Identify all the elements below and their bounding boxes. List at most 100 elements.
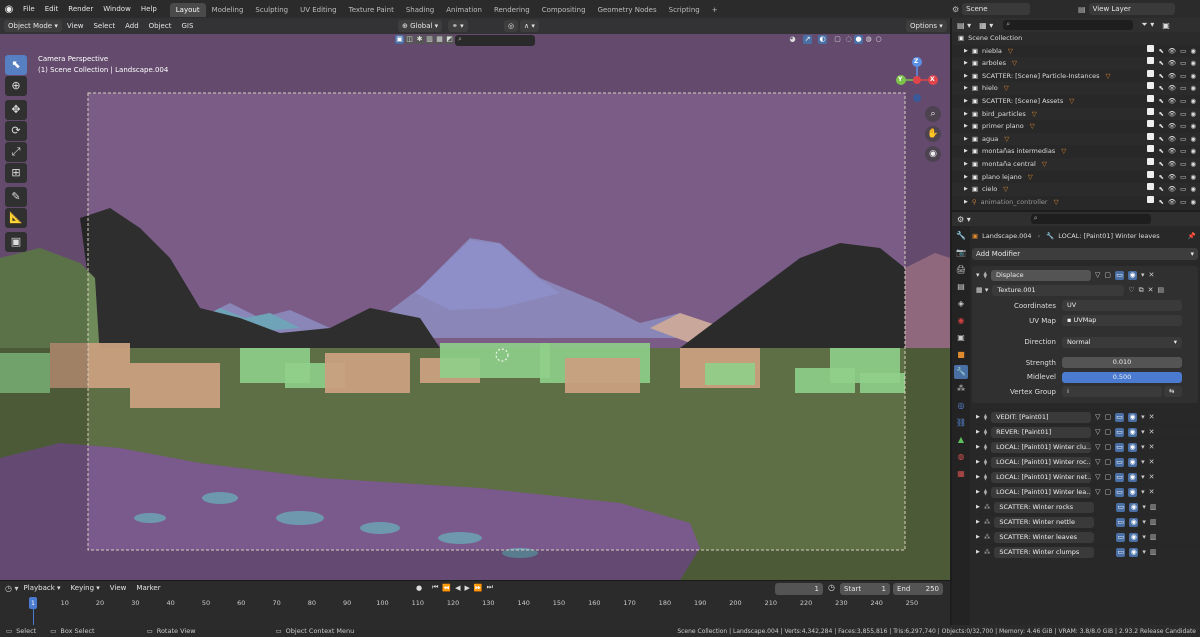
monitor-icon[interactable]: ▭	[1180, 120, 1186, 133]
tool-tab-icon[interactable]: 🔧	[954, 229, 968, 243]
camera-icon[interactable]: ◉	[1190, 95, 1196, 108]
exclude-checkbox-icon[interactable]	[1147, 145, 1155, 153]
select-toggle-icon[interactable]: ⬉	[1158, 133, 1163, 146]
menu-marker[interactable]: Marker	[131, 581, 165, 595]
tab-scripting[interactable]: Scripting	[663, 3, 706, 17]
output-tab-icon[interactable]: 🖨	[954, 263, 968, 277]
modifier-name-field[interactable]: SCATTER: Winter leaves	[994, 531, 1095, 543]
menu-add[interactable]: Add	[120, 18, 144, 34]
outliner-item[interactable]: ▶ ▣ bird_particles ▽ ⬉ 👁 ▭ ◉	[952, 107, 1200, 121]
outliner-item[interactable]: ▶ ▣ agua ▽ ⬉ 👁 ▭ ◉	[952, 132, 1200, 146]
modifier-row[interactable]: ▶ ⁂ SCATTER: Winter rocks ▭ ◉ ▾ ▥	[972, 499, 1200, 514]
monitor-icon[interactable]: ▭	[1180, 158, 1186, 171]
menu-render[interactable]: Render	[63, 0, 98, 18]
edit-mode-toggle-icon[interactable]: ▽	[1095, 443, 1100, 451]
uvmap-field[interactable]: ▪ UVMap	[1062, 315, 1182, 326]
render-toggle-icon[interactable]: ◉	[1129, 517, 1139, 527]
expand-arrow-icon[interactable]: ▶	[964, 70, 968, 83]
menu-keying[interactable]: Keying ▾	[66, 581, 105, 595]
exclude-checkbox-icon[interactable]	[1147, 195, 1155, 203]
eye-icon[interactable]: 👁	[1168, 133, 1176, 146]
cursor-tool-icon[interactable]: ⊕	[5, 76, 27, 96]
remove-modifier-icon[interactable]: ▥	[1150, 533, 1157, 541]
solid-shading-icon[interactable]: ●	[854, 35, 863, 44]
render-toggle-icon[interactable]: ◉	[1129, 532, 1139, 542]
render-toggle-icon[interactable]: ◉	[1128, 472, 1138, 482]
exclude-checkbox-icon[interactable]	[1147, 132, 1155, 140]
cage-toggle-icon[interactable]: ▢	[1104, 473, 1111, 481]
dropdown-icon[interactable]: ▾	[1141, 458, 1145, 466]
eye-icon[interactable]: 👁	[1168, 196, 1176, 209]
remove-modifier-icon[interactable]: ✕	[1149, 443, 1155, 451]
next-keyframe-icon[interactable]: ⏩	[474, 584, 483, 592]
expand-arrow-icon[interactable]: ▶	[964, 196, 968, 209]
play-icon[interactable]: ▶	[465, 584, 470, 592]
gizmo-toggle-icon[interactable]: ↗	[803, 35, 812, 44]
end-frame-field[interactable]: End 250	[893, 583, 943, 595]
properties-search-input[interactable]: ⌕	[1030, 214, 1151, 224]
fake-user-icon[interactable]: ♡	[1128, 286, 1134, 294]
edit-mode-toggle-icon[interactable]: ▽	[1095, 413, 1100, 421]
strength-field[interactable]: 0.010	[1062, 357, 1182, 368]
expand-arrow-icon[interactable]: ▶	[976, 414, 980, 420]
camera-icon[interactable]: ◉	[1190, 133, 1196, 146]
edit-mode-toggle-icon[interactable]: ▽	[1095, 488, 1100, 496]
expand-arrow-icon[interactable]: ▶	[964, 82, 968, 95]
camera-icon[interactable]: ◉	[1190, 57, 1196, 70]
edit-mode-toggle-icon[interactable]: ▽	[1095, 428, 1100, 436]
render-toggle-icon[interactable]: ◉	[1128, 427, 1138, 437]
render-toggle-icon[interactable]: ◉	[1128, 487, 1138, 497]
expand-arrow-icon[interactable]: ▶	[976, 474, 980, 480]
viewport-toggle-icon[interactable]: ▭	[1115, 270, 1124, 280]
eye-icon[interactable]: 👁	[1168, 95, 1176, 108]
viewport-toggle-icon[interactable]: ▭	[1115, 412, 1125, 422]
monitor-icon[interactable]: ▭	[1180, 196, 1186, 209]
other-filter-icon[interactable]: ◩	[445, 35, 454, 44]
outliner-item[interactable]: ▶ ▣ montaña central ▽ ⬉ 👁 ▭ ◉	[952, 157, 1200, 171]
view-layer-tab-icon[interactable]: ▤	[954, 280, 968, 294]
dropdown-icon[interactable]: ▾	[1141, 413, 1145, 421]
exclude-checkbox-icon[interactable]	[1147, 183, 1155, 191]
dropdown-icon[interactable]: ▾	[1141, 428, 1145, 436]
outliner-item[interactable]: ▶ ▣ arboles ▽ ⬉ 👁 ▭ ◉	[952, 57, 1200, 70]
pin-icon[interactable]: 📌	[1188, 232, 1196, 240]
snap-pivot-icon[interactable]: ⚭ ▾	[448, 20, 468, 32]
eye-icon[interactable]: 👁	[1168, 171, 1176, 184]
dropdown-icon[interactable]: ▾	[1142, 548, 1146, 556]
modifier-tab-icon[interactable]: 🔧	[954, 365, 968, 379]
expand-arrow-icon[interactable]: ▶	[976, 429, 980, 435]
modifier-row[interactable]: ▶ ⧫ LOCAL: [Paint01] Winter clu... ▽ ▢ ▭ ◉ ▾ ✕	[972, 439, 1200, 454]
menu-gis[interactable]: GIS	[176, 18, 198, 34]
object-tab-icon[interactable]: ■	[954, 348, 968, 362]
edit-mode-toggle-icon[interactable]: ▽	[1095, 473, 1100, 481]
start-frame-field[interactable]: Start 1	[840, 583, 890, 595]
mode-selector[interactable]: Object Mode ▾	[4, 20, 62, 32]
select-toggle-icon[interactable]: ⬉	[1158, 95, 1163, 108]
dropdown-icon[interactable]: ▾	[1141, 443, 1145, 451]
remove-modifier-icon[interactable]: ▥	[1150, 548, 1157, 556]
modifier-name-field[interactable]: LOCAL: [Paint01] Winter lea...	[991, 486, 1092, 498]
select-toggle-icon[interactable]: ⬉	[1158, 108, 1163, 121]
dropdown-icon[interactable]: ▾	[1141, 488, 1145, 496]
texture-field[interactable]: Texture.001	[992, 284, 1125, 296]
render-toggle-icon[interactable]: ◉	[1128, 412, 1138, 422]
outliner-scene-collection[interactable]: ▣ Scene Collection	[952, 32, 1200, 45]
viewport-toggle-icon[interactable]: ▭	[1115, 442, 1125, 452]
remove-modifier-icon[interactable]: ✕	[1149, 458, 1155, 466]
dropdown-icon[interactable]: ▾	[1142, 503, 1146, 511]
expand-arrow-icon[interactable]: ▶	[976, 459, 980, 465]
select-toggle-icon[interactable]: ⬉	[1158, 120, 1163, 133]
menu-timeline-view[interactable]: View	[105, 581, 132, 595]
modifier-name-field[interactable]: LOCAL: [Paint01] Winter roc...	[991, 456, 1092, 468]
modifier-row[interactable]: ▶ ⁂ SCATTER: Winter nettle ▭ ◉ ▾ ▥	[972, 514, 1200, 529]
cage-toggle-icon[interactable]: ▢	[1104, 443, 1111, 451]
cage-toggle-icon[interactable]: ▢	[1104, 271, 1111, 279]
modifier-row[interactable]: ▶ ⁂ SCATTER: Winter leaves ▭ ◉ ▾ ▥	[972, 529, 1200, 544]
tab-texture-paint[interactable]: Texture Paint	[343, 3, 400, 17]
exclude-checkbox-icon[interactable]	[1147, 120, 1155, 128]
expand-arrow-icon[interactable]: ▶	[964, 120, 968, 133]
render-toggle-icon[interactable]: ◉	[1129, 502, 1139, 512]
tab-rendering[interactable]: Rendering	[488, 3, 536, 17]
edit-mode-toggle-icon[interactable]: ▽	[1095, 458, 1100, 466]
vertex-group-field[interactable]: ⁞	[1062, 386, 1162, 397]
